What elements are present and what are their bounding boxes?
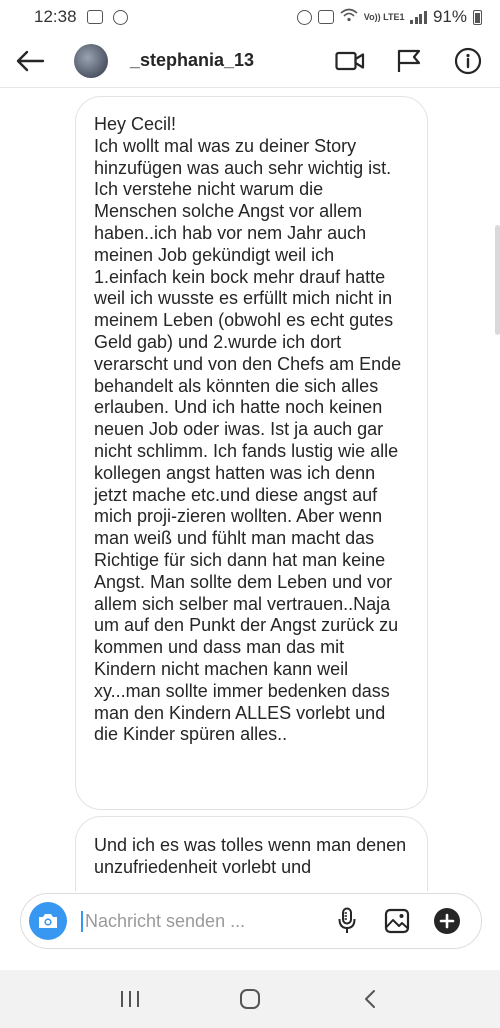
- chat-header: _stephania_13: [0, 34, 500, 88]
- navigation-bar: [0, 970, 500, 1028]
- mute-icon: [317, 10, 334, 24]
- status-bar: 12:38 Vo)) LTE1 91%: [0, 0, 500, 34]
- gallery-button[interactable]: [383, 907, 411, 935]
- avatar[interactable]: [74, 43, 108, 78]
- message-bubble[interactable]: Und ich es was tolles wenn man denen unz…: [75, 816, 428, 891]
- back-icon: [365, 990, 375, 1008]
- gallery-icon: [384, 908, 410, 934]
- status-left: 12:38: [34, 7, 128, 27]
- report-button[interactable]: [393, 45, 425, 77]
- status-right: Vo)) LTE1 91%: [296, 7, 482, 27]
- header-actions: [334, 45, 500, 77]
- message-bubble[interactable]: Hey Cecil! Ich wollt mal was zu deiner S…: [75, 96, 428, 810]
- flag-icon: [397, 49, 421, 72]
- microphone-icon: [338, 907, 356, 933]
- wifi-icon: [340, 7, 358, 27]
- whatsapp-icon: [112, 9, 128, 25]
- composer-actions: [333, 907, 481, 935]
- network-label: Vo)) LTE1: [363, 11, 405, 22]
- battery-percent: 91%: [432, 7, 467, 26]
- camera-button[interactable]: [29, 902, 67, 940]
- signal-icon: [410, 10, 427, 24]
- video-call-icon: [335, 51, 365, 70]
- plus-icon: [434, 908, 460, 934]
- back-button[interactable]: [0, 34, 60, 88]
- video-call-button[interactable]: [334, 45, 366, 77]
- recent-apps-button[interactable]: [110, 979, 150, 1019]
- message-input[interactable]: [81, 910, 261, 932]
- back-arrow-icon: [16, 50, 45, 71]
- message-composer: [20, 893, 482, 949]
- home-button[interactable]: [230, 979, 270, 1019]
- cast-icon: [86, 10, 103, 24]
- info-icon: [454, 47, 482, 74]
- camera-icon: [39, 914, 57, 928]
- voice-message-button[interactable]: [333, 907, 361, 935]
- status-time: 12:38: [34, 7, 77, 26]
- chat-username[interactable]: _stephania_13: [130, 50, 254, 71]
- recent-apps-icon: [121, 991, 139, 1007]
- info-button[interactable]: [452, 45, 484, 77]
- alarm-icon: [296, 9, 312, 25]
- home-icon: [240, 989, 260, 1009]
- back-nav-button[interactable]: [350, 979, 390, 1019]
- more-button[interactable]: [433, 907, 461, 935]
- battery-icon: [473, 9, 482, 25]
- message-thread: Hey Cecil! Ich wollt mal was zu deiner S…: [0, 88, 500, 891]
